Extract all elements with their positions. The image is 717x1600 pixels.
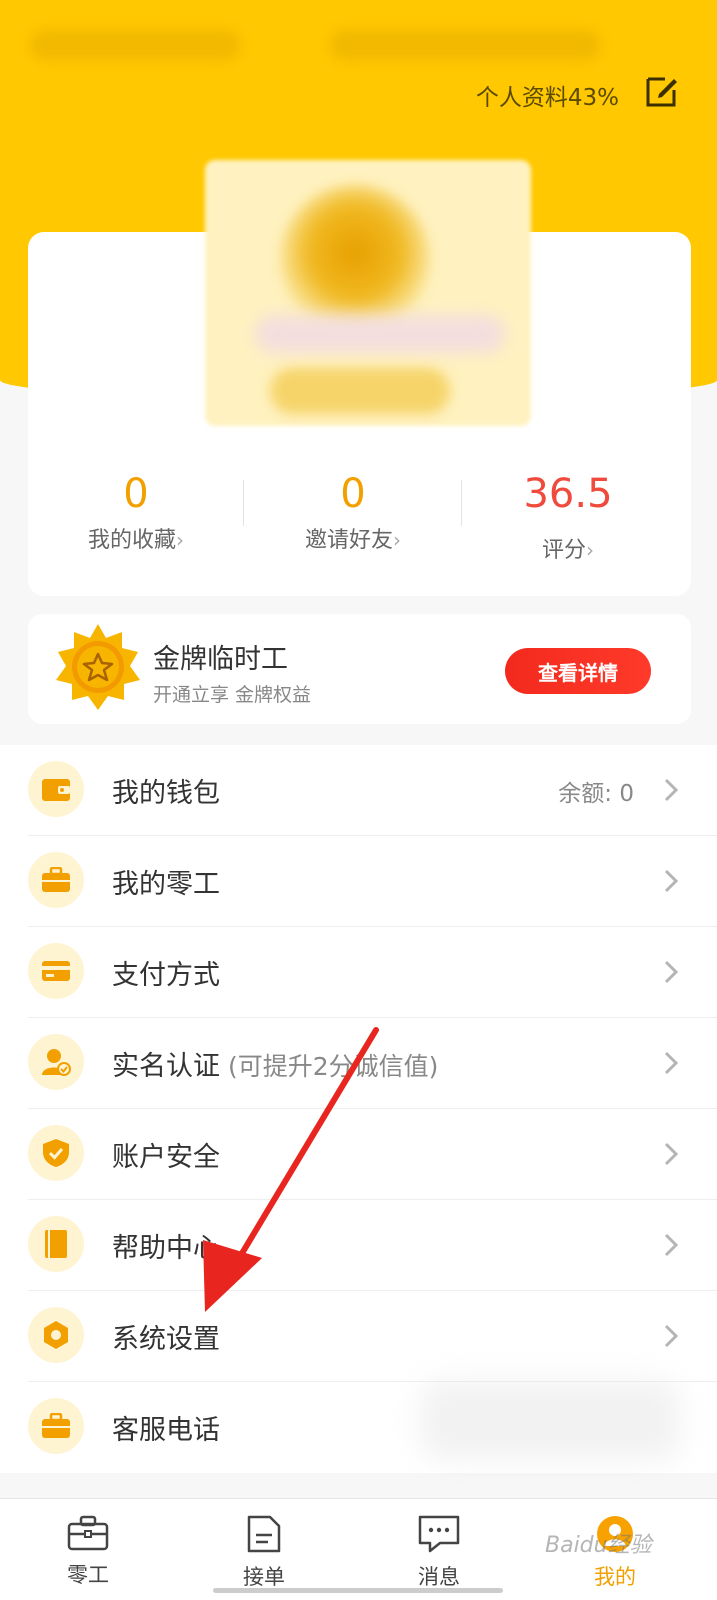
stat-value: 0 <box>123 471 149 517</box>
chevron-right-icon <box>664 1324 679 1348</box>
stat-value: 0 <box>340 471 366 517</box>
gear-icon <box>28 1307 84 1363</box>
user-name-blurred <box>255 315 505 353</box>
edit-icon[interactable] <box>645 74 679 108</box>
book-icon <box>28 1216 84 1272</box>
status-bar-blurred <box>30 30 240 60</box>
chevron-right-icon: › <box>176 528 184 552</box>
stat-label: 我的收藏› <box>87 528 184 553</box>
stat-label: 评分› <box>541 538 594 563</box>
menu-item-account-security[interactable]: 账户安全 <box>0 1109 717 1200</box>
chevron-right-icon: › <box>393 528 401 552</box>
chevron-right-icon <box>664 960 679 984</box>
gold-member-subtitle: 开通立享 金牌权益 <box>153 684 312 706</box>
chevron-right-icon <box>664 1051 679 1075</box>
user-verify-icon <box>28 1034 84 1090</box>
stat-favorites[interactable]: 0 我的收藏› <box>36 470 236 554</box>
menu-item-payment-methods[interactable]: 支付方式 <box>0 927 717 1018</box>
menu-item-real-name-verification[interactable]: 实名认证 (可提升2分诚信值) <box>0 1018 717 1109</box>
wallet-icon <box>28 761 84 817</box>
menu-item-label: 系统设置 <box>112 1324 220 1355</box>
tab-messages[interactable]: 消息 <box>379 1515 499 1591</box>
baidu-watermark: Baidu经验 <box>545 1533 652 1558</box>
menu-item-note: (可提升2分诚信值) <box>228 1052 439 1081</box>
status-bar-blurred <box>330 30 600 60</box>
shield-icon <box>28 1125 84 1181</box>
phone-briefcase-icon <box>28 1398 84 1454</box>
tab-odd-jobs[interactable]: 零工 <box>28 1515 148 1589</box>
chevron-right-icon: › <box>586 538 594 562</box>
tab-label: 消息 <box>418 1565 460 1589</box>
briefcase-icon <box>28 852 84 908</box>
avatar[interactable] <box>280 185 430 335</box>
card-icon <box>28 943 84 999</box>
chevron-right-icon <box>664 869 679 893</box>
menu-item-label: 帮助中心 <box>112 1233 220 1264</box>
menu-item-system-settings[interactable]: 系统设置 <box>0 1291 717 1382</box>
stat-value: 36.5 <box>523 471 613 517</box>
chevron-right-icon <box>664 1233 679 1257</box>
gold-medal-icon <box>56 624 140 710</box>
divider <box>243 480 244 526</box>
briefcase-icon <box>67 1515 109 1551</box>
chevron-right-icon <box>664 1142 679 1166</box>
menu-item-label: 我的钱包 <box>112 778 220 809</box>
stat-invite-friends[interactable]: 0 邀请好友› <box>253 470 453 554</box>
blurred-region <box>420 1380 680 1460</box>
wallet-balance: 余额: 0 <box>558 780 634 807</box>
menu-item-help-center[interactable]: 帮助中心 <box>0 1200 717 1291</box>
menu-item-label: 我的零工 <box>112 869 220 900</box>
divider <box>461 480 462 526</box>
tab-label: 接单 <box>243 1565 285 1589</box>
menu-item-label: 客服电话 <box>112 1415 220 1446</box>
menu-item-wallet[interactable]: 我的钱包 余额: 0 <box>0 745 717 836</box>
chevron-right-icon <box>664 778 679 802</box>
menu-item-my-jobs[interactable]: 我的零工 <box>0 836 717 927</box>
menu-item-label: 支付方式 <box>112 960 220 991</box>
gold-member-title: 金牌临时工 <box>153 644 288 675</box>
chat-icon <box>418 1515 460 1553</box>
stat-rating[interactable]: 36.5 评分› <box>468 470 668 564</box>
user-badge-blurred <box>270 368 450 414</box>
document-icon <box>247 1515 281 1553</box>
menu-list: 我的钱包 余额: 0 我的零工 支付方式 实名认证 (可提升2分诚信值) 账户安全 <box>0 745 717 1473</box>
menu-item-label: 实名认证 (可提升2分诚信值) <box>112 1051 439 1082</box>
profile-completion-text[interactable]: 个人资料43% <box>476 78 619 112</box>
tab-label: 零工 <box>67 1563 109 1587</box>
view-details-button[interactable]: 查看详情 <box>505 648 651 694</box>
menu-item-label: 账户安全 <box>112 1142 220 1173</box>
home-indicator <box>213 1588 503 1593</box>
tab-take-orders[interactable]: 接单 <box>204 1515 324 1591</box>
tab-label: 我的 <box>594 1565 636 1589</box>
stat-label: 邀请好友› <box>304 528 401 553</box>
